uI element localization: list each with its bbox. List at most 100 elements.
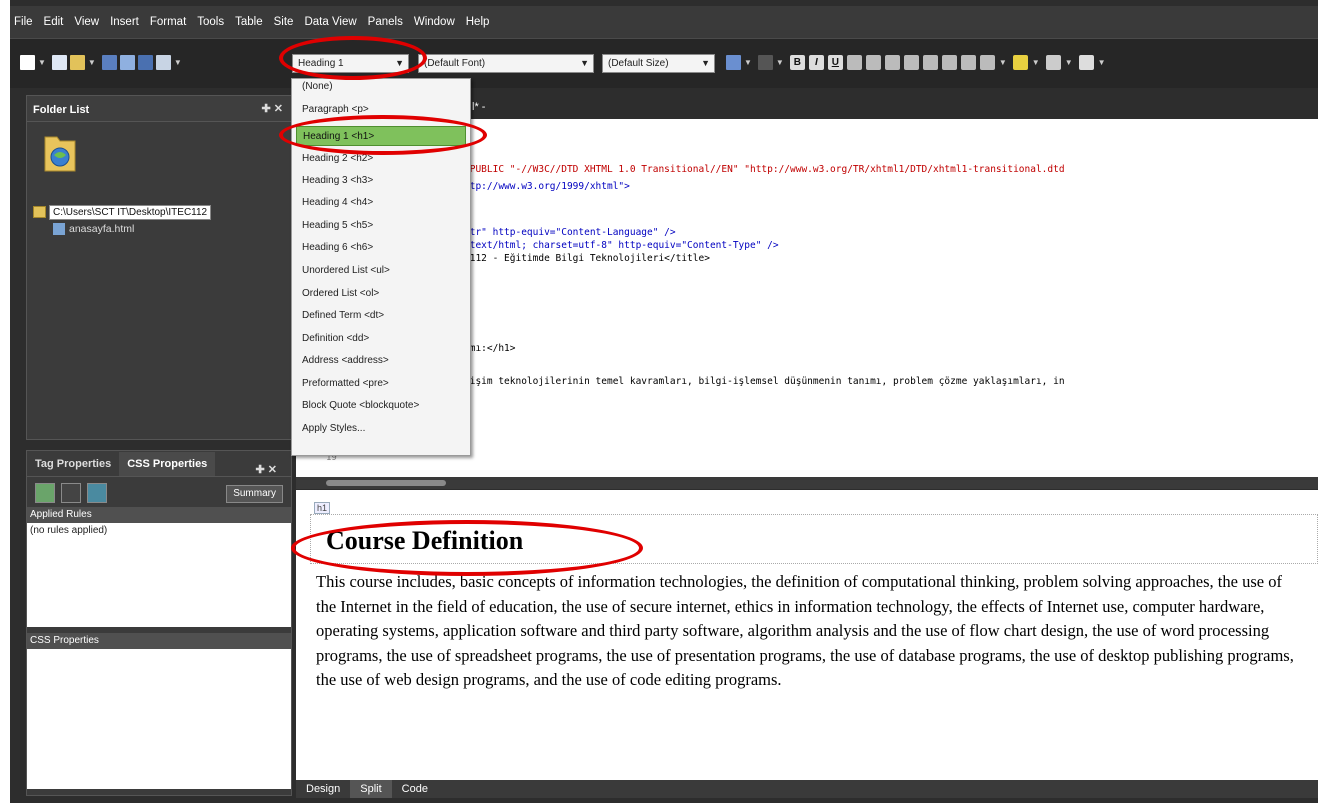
code-text: ımı:</h1> <box>464 343 516 354</box>
toolbar-left-group: ▼ ▼ ▼ <box>20 53 188 71</box>
tab-design[interactable]: Design <box>296 783 350 795</box>
menu-site[interactable]: Site <box>274 16 294 28</box>
menu-item-heading-3[interactable]: Heading 3 <h3> <box>296 171 466 191</box>
menu-edit[interactable]: Edit <box>44 16 64 28</box>
code-line: PUBLIC "-//W3C//DTD XHTML 1.0 Transition… <box>464 164 1065 175</box>
redo-icon[interactable] <box>757 54 773 70</box>
view-tabs: Design Split Code <box>296 780 1318 798</box>
frame-right <box>1318 0 1324 803</box>
menu-view[interactable]: View <box>74 16 99 28</box>
menu-item-heading-4[interactable]: Heading 4 <h4> <box>296 193 466 213</box>
code-line: "tr" http-equiv="Content-Language" /> <box>464 227 676 238</box>
categorized-view-icon[interactable] <box>35 483 55 503</box>
code-line: ctp://www.w3.org/1999/xhtml"> <box>464 181 630 192</box>
code-text: C112 - Eğitimde Bilgi Teknolojileri</tit… <box>464 253 710 264</box>
highlight-icon[interactable] <box>1012 54 1028 70</box>
code-text: "tr" http-equiv="Content-Language" /> <box>464 227 676 238</box>
menu-item-address[interactable]: Address <address> <box>296 351 466 371</box>
folder-list-header: Folder List ✚ ✕ <box>27 96 291 122</box>
folder-icon <box>33 206 46 218</box>
pin-icon[interactable]: ✚ ✕ <box>262 102 284 115</box>
borders-icon[interactable] <box>979 54 995 70</box>
menu-item-definition[interactable]: Definition <dd> <box>296 329 466 349</box>
menu-data-view[interactable]: Data View <box>304 16 356 28</box>
menu-format[interactable]: Format <box>150 16 186 28</box>
code-text: "text/html; charset=utf-8" http-equiv="C… <box>464 240 779 251</box>
menu-item-none[interactable]: (None) <box>296 81 466 93</box>
menu-item-block-quote[interactable]: Block Quote <blockquote> <box>296 396 466 416</box>
code-line: C112 - Eğitimde Bilgi Teknolojileri</tit… <box>464 253 710 264</box>
italic-icon[interactable]: I <box>808 54 824 70</box>
chevron-down-icon: ▼ <box>701 58 710 68</box>
preview-icon[interactable] <box>155 54 171 70</box>
new-site-icon[interactable] <box>51 54 67 70</box>
bold-icon[interactable]: B <box>789 54 805 70</box>
summary-button[interactable]: Summary <box>226 485 283 503</box>
menu-help[interactable]: Help <box>466 16 490 28</box>
align-center-icon[interactable] <box>865 54 881 70</box>
code-line: lişim teknolojilerinin temel kavramları,… <box>464 376 1065 387</box>
menu-item-preformatted[interactable]: Preformatted <pre> <box>296 374 466 394</box>
menu-item-defined-term[interactable]: Defined Term <dt> <box>296 306 466 326</box>
publish-icon[interactable] <box>119 54 135 70</box>
applied-rules-list: (no rules applied) <box>27 523 291 627</box>
scrollbar-thumb[interactable] <box>326 480 446 486</box>
font-color-icon[interactable] <box>1045 54 1061 70</box>
code-text: PUBLIC "-//W3C//DTD XHTML 1.0 Transition… <box>464 164 1065 175</box>
website-folder-icon <box>44 136 76 172</box>
new-page-icon[interactable] <box>20 54 35 70</box>
menu-item-unordered-list[interactable]: Unordered List <ul> <box>296 261 466 281</box>
page-paragraph[interactable]: This course includes, basic concepts of … <box>316 570 1306 693</box>
folder-list-pane: Folder List ✚ ✕ C:\Users\SCT IT\Desktop\… <box>26 95 292 440</box>
menu-tools[interactable]: Tools <box>197 16 224 28</box>
sharepoint-icon[interactable] <box>137 54 153 70</box>
tab-css-properties[interactable]: CSS Properties <box>119 451 216 476</box>
show-set-properties-icon[interactable] <box>87 483 107 503</box>
menu-window[interactable]: Window <box>414 16 455 28</box>
html-file-icon <box>53 223 65 235</box>
tab-split[interactable]: Split <box>350 780 392 798</box>
site-path: C:\Users\SCT IT\Desktop\ITEC112 <box>49 204 212 220</box>
file-name: anasayfa.html <box>69 223 135 235</box>
size-select[interactable]: (Default Size) ▼ <box>602 54 715 73</box>
h1-tag-label: h1 <box>314 502 331 514</box>
code-line: "text/html; charset=utf-8" http-equiv="C… <box>464 240 779 251</box>
css-pane-tabs: Tag Properties CSS Properties ✚ ✕ <box>27 451 291 477</box>
menu-item-ordered-list[interactable]: Ordered List <ol> <box>296 284 466 304</box>
menu-table[interactable]: Table <box>235 16 263 28</box>
font-select-value: (Default Font) <box>424 58 486 69</box>
menu-item-heading-5[interactable]: Heading 5 <h5> <box>296 216 466 236</box>
applied-rules-value: (no rules applied) <box>30 525 108 536</box>
folder-tree-root[interactable]: C:\Users\SCT IT\Desktop\ITEC112 <box>33 204 212 220</box>
menu-insert[interactable]: Insert <box>110 16 139 28</box>
numbered-list-icon[interactable] <box>903 54 919 70</box>
align-right-icon[interactable] <box>884 54 900 70</box>
sort-icon[interactable] <box>61 483 81 503</box>
save-icon[interactable] <box>101 54 117 70</box>
open-folder-icon[interactable] <box>69 54 85 70</box>
menu-item-heading-6[interactable]: Heading 6 <h6> <box>296 238 466 258</box>
undo-icon[interactable] <box>726 54 741 70</box>
highlight-oval-heading-1 <box>279 115 487 155</box>
folder-list-title: Folder List <box>33 104 90 116</box>
bulleted-list-icon[interactable] <box>922 54 938 70</box>
size-select-value: (Default Size) <box>608 58 669 69</box>
menu-item-apply-styles[interactable]: Apply Styles... <box>296 419 466 439</box>
font-select[interactable]: (Default Font) ▼ <box>418 54 594 73</box>
css-properties-header: CSS Properties <box>27 633 291 649</box>
menu-panels[interactable]: Panels <box>368 16 403 28</box>
menu-file[interactable]: File <box>14 16 33 28</box>
increase-indent-icon[interactable] <box>960 54 976 70</box>
toolbar-format-group: ▼ ▼ B I U ▼ ▼ ▼ ▼ <box>726 53 1112 71</box>
horizontal-scrollbar[interactable] <box>296 477 1318 489</box>
decrease-indent-icon[interactable] <box>941 54 957 70</box>
tab-code[interactable]: Code <box>392 783 438 795</box>
css-properties-grid <box>27 649 291 789</box>
file-item[interactable]: anasayfa.html <box>53 223 134 235</box>
code-line: ımı:</h1> <box>464 343 515 354</box>
more-tools-icon[interactable] <box>1078 54 1094 70</box>
tab-tag-properties[interactable]: Tag Properties <box>27 452 119 476</box>
align-left-icon[interactable] <box>846 54 862 70</box>
document-tab[interactable]: l* - <box>472 101 485 113</box>
underline-icon[interactable]: U <box>827 54 843 70</box>
